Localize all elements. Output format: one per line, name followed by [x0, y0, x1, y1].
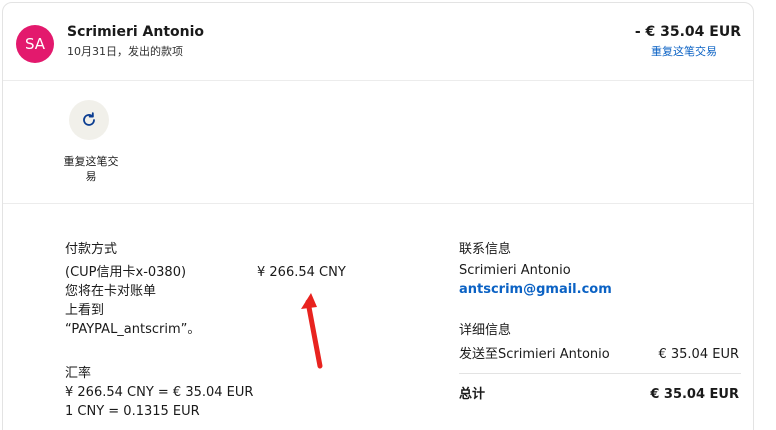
transaction-amount: - € 35.04 EUR: [634, 24, 741, 40]
repeat-transaction-link[interactable]: 重复这笔交易: [651, 43, 717, 59]
statement-note-line2: 上看到: [65, 303, 105, 318]
sent-to-amount: € 35.04 EUR: [658, 347, 739, 362]
statement-note-line1: 您将在卡对账单: [65, 284, 157, 299]
refresh-icon: [83, 112, 95, 126]
exchange-rate-line2: 1 CNY = 0.1315 EUR: [65, 404, 200, 419]
merchant-name: Scrimieri Antonio: [67, 24, 205, 40]
details-section: 付款方式 (CUP信用卡x-0380) ¥ 266.54 CNY 您将在卡对账单…: [3, 205, 753, 430]
actions-section: 重复这笔交 易: [3, 82, 753, 204]
contact-email-link[interactable]: antscrim@gmail.com: [459, 280, 612, 299]
transaction-card: SA Scrimieri Antonio 10月31日，发出的款项 - € 35…: [2, 2, 754, 430]
details-divider: [459, 373, 741, 374]
repeat-label-line1: 重复这笔交: [63, 155, 119, 168]
transaction-header: SA Scrimieri Antonio 10月31日，发出的款项 - € 35…: [3, 3, 753, 81]
payment-method-card: (CUP信用卡x-0380): [65, 265, 187, 280]
payment-method-title: 付款方式: [65, 242, 118, 257]
sent-to-label: 发送至Scrimieri Antonio: [459, 347, 610, 362]
details-title: 详细信息: [459, 323, 512, 338]
exchange-rate-line1: ¥ 266.54 CNY = € 35.04 EUR: [65, 385, 254, 400]
contact-info-title: 联系信息: [459, 242, 512, 257]
repeat-transaction-label[interactable]: 重复这笔交 易: [61, 154, 121, 184]
total-amount: € 35.04 EUR: [650, 387, 739, 402]
exchange-rate-title: 汇率: [65, 366, 92, 381]
statement-note-line3: “PAYPAL_antscrim”。: [65, 322, 201, 337]
repeat-label-line2: 易: [85, 170, 97, 183]
avatar: SA: [16, 25, 54, 63]
total-label: 总计: [459, 387, 486, 402]
contact-name: Scrimieri Antonio: [459, 263, 571, 278]
transaction-subtitle: 10月31日，发出的款项: [67, 45, 183, 58]
payment-amount-cny: ¥ 266.54 CNY: [257, 265, 346, 280]
repeat-transaction-button[interactable]: [69, 100, 109, 140]
